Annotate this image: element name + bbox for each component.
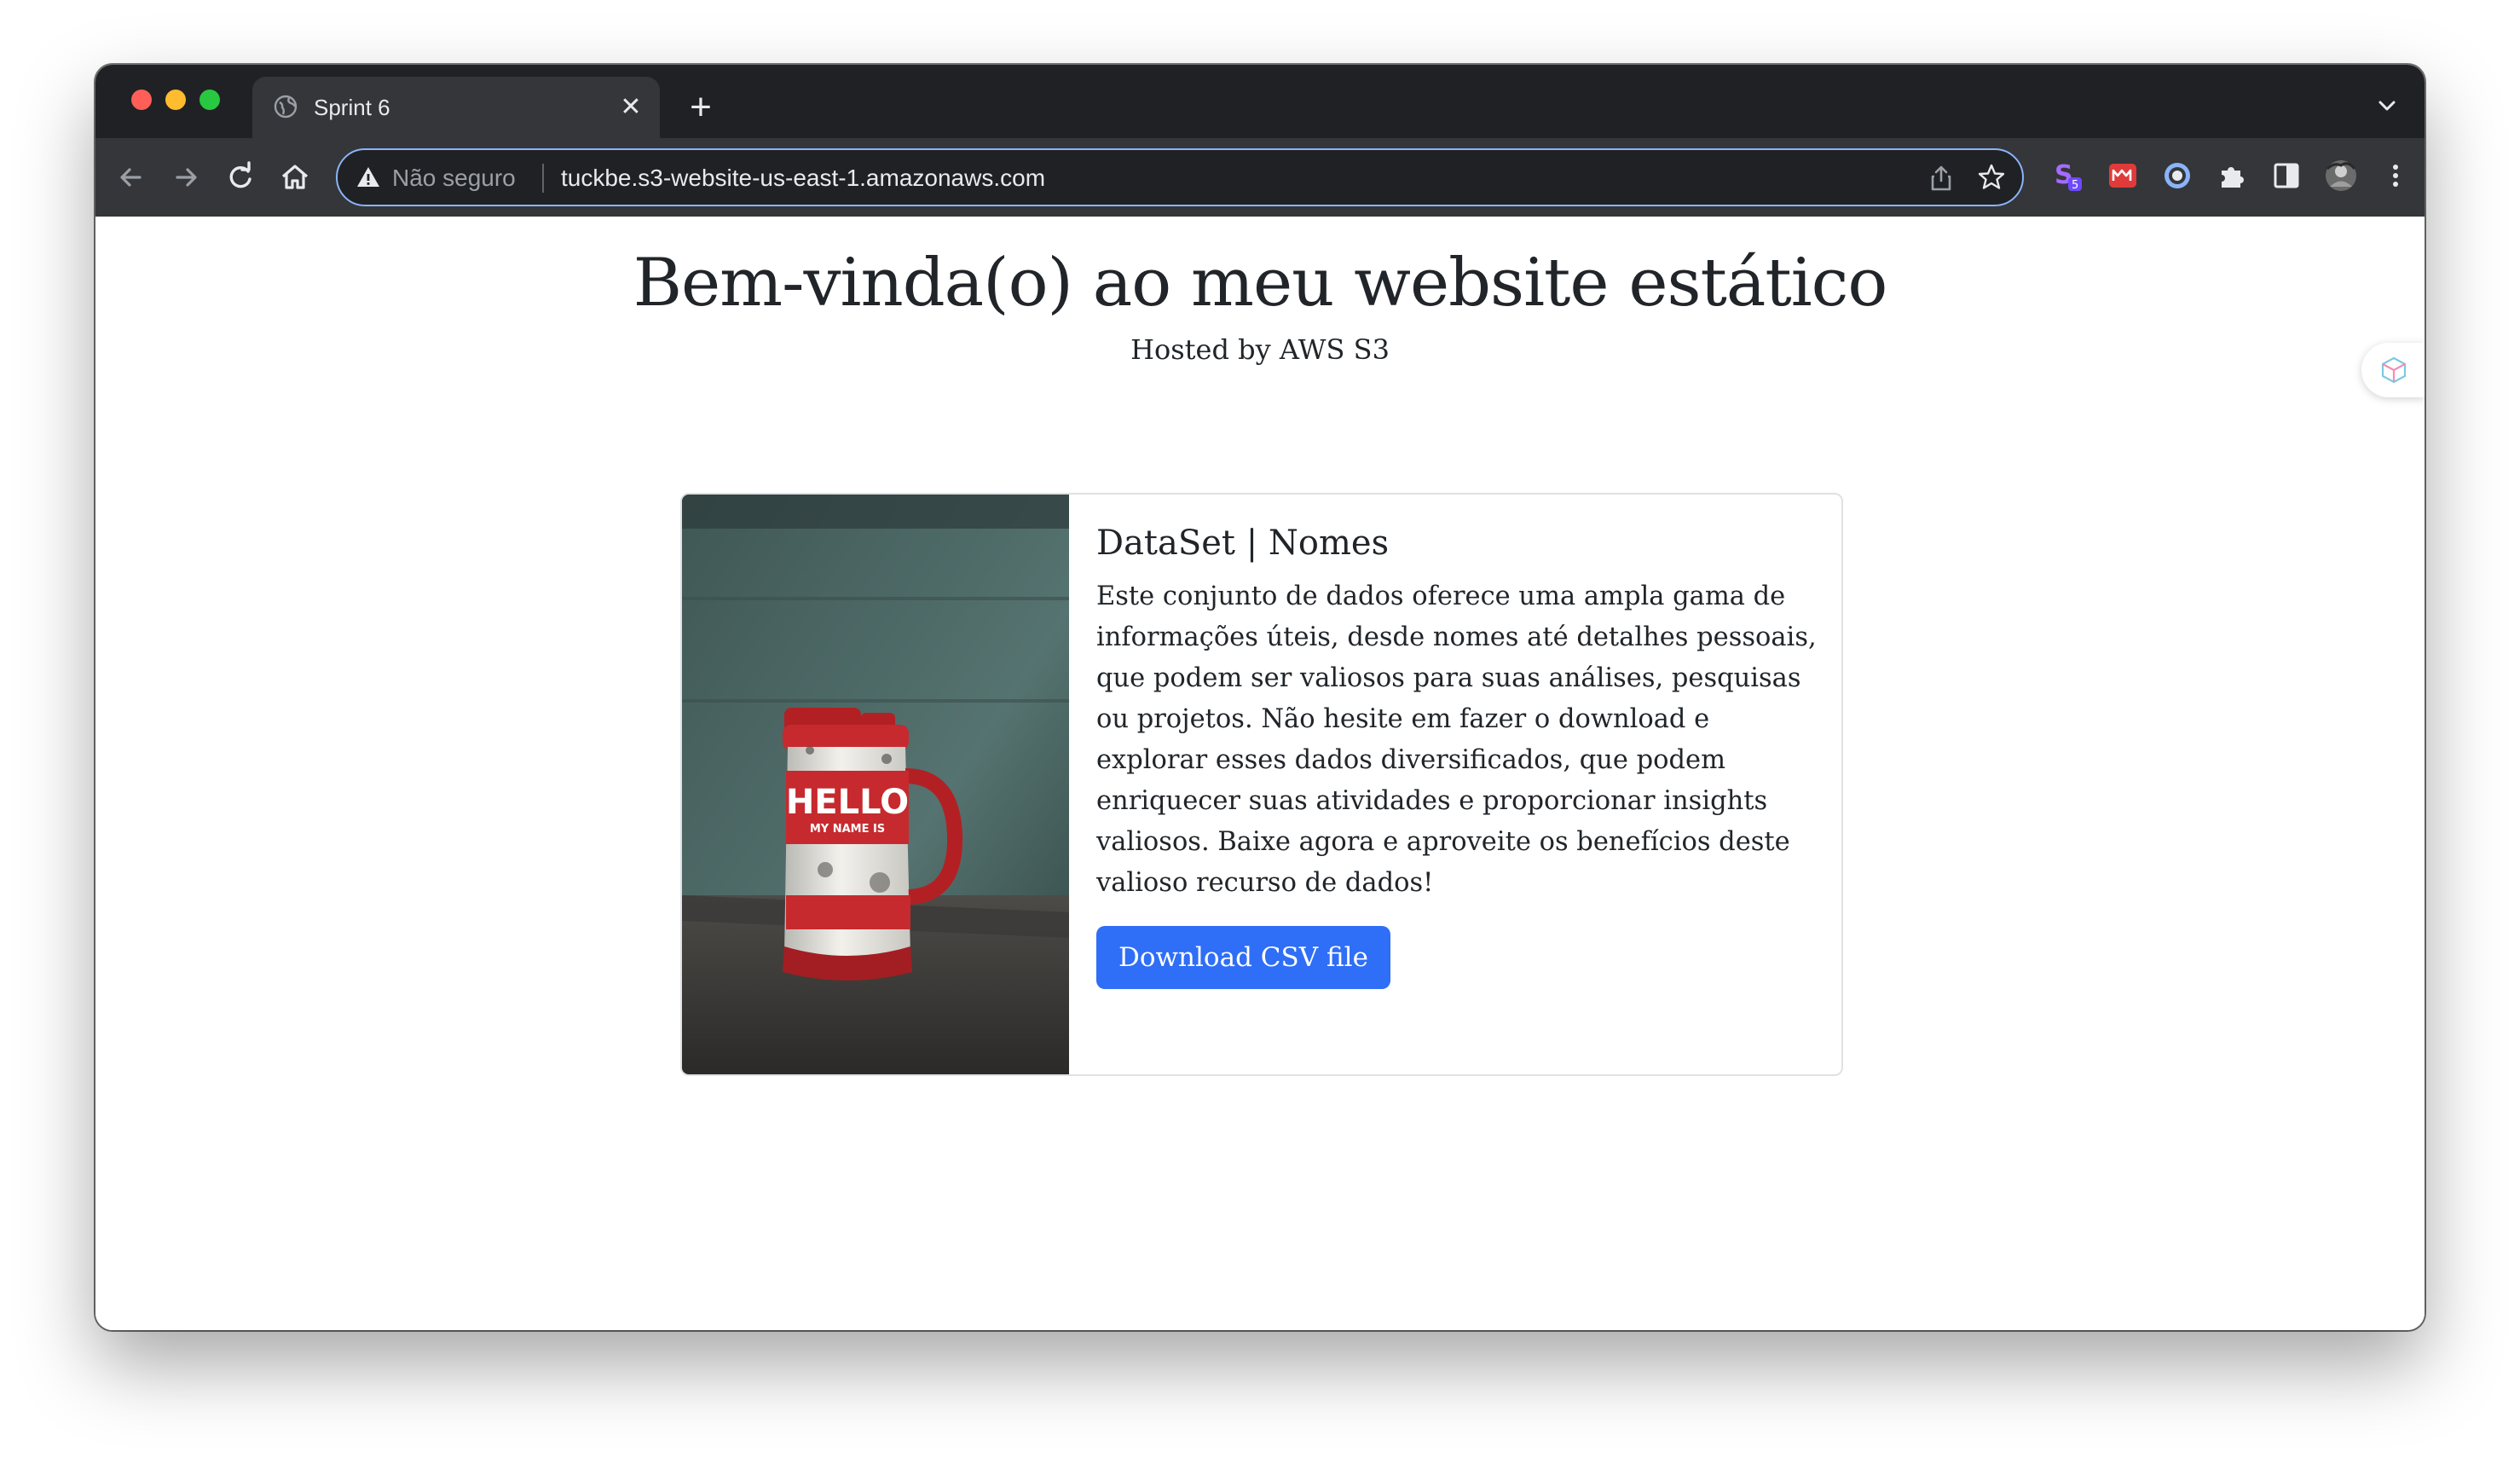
tab-strip: Sprint 6 ✕ + bbox=[95, 65, 2425, 138]
cube-icon bbox=[2381, 356, 2407, 384]
browser-window: Sprint 6 ✕ + Não seguro tuckbe.s3-websit… bbox=[95, 65, 2425, 1330]
tab-title: Sprint 6 bbox=[314, 95, 390, 120]
card-body: DataSet | Nomes Este conjunto de dados o… bbox=[1096, 520, 1821, 989]
card-title: DataSet | Nomes bbox=[1096, 524, 1390, 563]
puzzle-icon[interactable] bbox=[2213, 157, 2251, 194]
security-status-label[interactable]: Não seguro bbox=[392, 164, 516, 193]
tab-search-chevron-icon[interactable] bbox=[2372, 90, 2402, 121]
address-bar[interactable]: Não seguro tuckbe.s3-website-us-east-1.a… bbox=[336, 148, 2024, 206]
chrome-menu-icon[interactable] bbox=[2377, 157, 2414, 194]
globe-icon bbox=[274, 95, 298, 119]
back-button[interactable] bbox=[113, 159, 150, 196]
home-icon bbox=[281, 165, 309, 189]
profile-avatar[interactable] bbox=[2322, 157, 2360, 194]
browser-toolbar: Não seguro tuckbe.s3-website-us-east-1.a… bbox=[95, 138, 2425, 217]
s-extension-icon[interactable]: S 5 bbox=[2049, 157, 2087, 194]
circle-extension-icon[interactable] bbox=[2159, 157, 2196, 194]
bookmark-star-icon[interactable] bbox=[1976, 162, 2007, 193]
minimize-window-button[interactable] bbox=[165, 90, 186, 110]
card-description: Este conjunto de dados oferece uma ampla… bbox=[1096, 581, 1817, 898]
new-tab-button[interactable]: + bbox=[684, 89, 718, 126]
close-window-button[interactable] bbox=[131, 90, 152, 110]
mug-hello-text: HELLO bbox=[786, 783, 909, 822]
forward-button[interactable] bbox=[167, 159, 205, 196]
page-title: Bem-vinda(o) ao meu website estático bbox=[633, 245, 1888, 321]
back-arrow-icon bbox=[120, 168, 142, 187]
forward-arrow-icon bbox=[176, 168, 197, 187]
home-button[interactable] bbox=[276, 159, 314, 196]
share-icon[interactable] bbox=[1927, 164, 1956, 193]
page-subtitle: Hosted by AWS S3 bbox=[1130, 333, 1390, 366]
address-divider bbox=[542, 164, 544, 193]
side-panel-icon[interactable] bbox=[2268, 157, 2305, 194]
web-page: Bem-vinda(o) ao meu website estático Hos… bbox=[95, 217, 2425, 1330]
reload-icon bbox=[229, 161, 251, 188]
download-csv-button[interactable]: Download CSV file bbox=[1096, 926, 1390, 989]
tab-sprint-6[interactable]: Sprint 6 ✕ bbox=[252, 77, 660, 138]
mug-my-name-is-text: MY NAME IS bbox=[810, 823, 885, 836]
hello-my-name-is-thermos-image: HELLO MY NAME IS bbox=[682, 495, 1069, 1074]
reload-button[interactable] bbox=[222, 159, 259, 196]
warning-icon[interactable] bbox=[355, 164, 382, 191]
maximize-window-button[interactable] bbox=[199, 90, 220, 110]
dataset-card: HELLO MY NAME IS DataSet | Nomes Este co… bbox=[680, 493, 1843, 1076]
red-extension-icon[interactable] bbox=[2104, 157, 2141, 194]
url-text[interactable]: tuckbe.s3-website-us-east-1.amazonaws.co… bbox=[561, 164, 1045, 193]
floating-extension-button[interactable] bbox=[2361, 343, 2425, 397]
tab-close-icon[interactable]: ✕ bbox=[617, 94, 644, 121]
extension-badge: 5 bbox=[2072, 179, 2078, 192]
